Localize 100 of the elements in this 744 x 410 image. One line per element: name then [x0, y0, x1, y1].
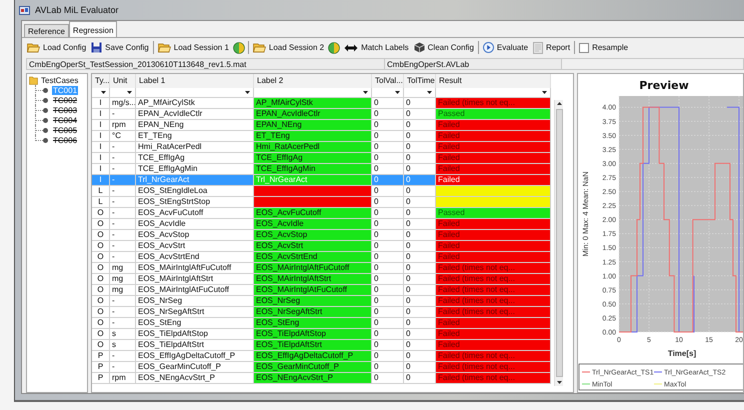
tree-item[interactable]: TC003 [52, 106, 78, 114]
table-cell: Failed [436, 131, 551, 142]
table-cell: EOS_MAirIntglAftStrt [254, 274, 372, 285]
table-cell: 0 [404, 197, 436, 208]
table-cell: 0 [372, 296, 404, 307]
table-cell: I [92, 175, 110, 186]
table-cell: Hmi_RatAcerPedl [136, 142, 254, 153]
table-cell: 0 [372, 197, 404, 208]
table-cell: 0 [372, 208, 404, 219]
table-cell: 0 [372, 285, 404, 296]
table-cell: O [92, 263, 110, 274]
tree-item[interactable]: TestCases [40, 76, 80, 84]
config-file-field: CmbEngOperSt.AVLab [385, 58, 562, 70]
table-cell: EOS_TiElpdAftStop [254, 329, 372, 340]
table-cell: TCE_EffIgAg [254, 153, 372, 164]
table-cell: EOS_AcvIdle [254, 219, 372, 230]
tree-item[interactable]: TC004 [52, 116, 78, 124]
table-cell: - [110, 142, 136, 153]
table-cell: 0 [372, 362, 404, 373]
table-cell: EOS_NEngAcvStrt_P [136, 373, 254, 384]
table-cell: I [92, 98, 110, 109]
table-cell: Failed [436, 142, 551, 153]
table-cell: O [92, 252, 110, 263]
table-cell: 0 [404, 175, 436, 186]
tree-item[interactable]: TC006 [52, 136, 78, 144]
table-cell: O [92, 296, 110, 307]
table-cell: Failed (times not eq... [436, 98, 551, 109]
table-cell: 0 [404, 164, 436, 175]
table-cell: EOS_StEngStrtStop [136, 197, 254, 208]
table-cell: EOS_MAirIntglAftStrt [136, 274, 254, 285]
table-cell: O [92, 241, 110, 252]
table-cell: - [110, 307, 136, 318]
toolbar-button[interactable]: Save Config [90, 40, 150, 55]
table-cell: I [92, 120, 110, 131]
table-cell: EOS_MAirIntglAtFuCutoff [136, 285, 254, 296]
table-cell: EPAN_NEng [136, 120, 254, 131]
tree-item[interactable]: TC002 [52, 96, 78, 104]
table-cell: 0 [404, 252, 436, 263]
toolbar-button[interactable]: Match Labels [343, 40, 410, 55]
table-cell: EOS_AcvStop [136, 230, 254, 241]
tree-item[interactable]: TC005 [52, 126, 78, 134]
table-cell: - [110, 219, 136, 230]
table-cell: I [92, 153, 110, 164]
table-cell: EOS_EffIgAgDeltaCutoff_P [254, 351, 372, 362]
table-cell: s [110, 340, 136, 351]
table-cell: I [92, 142, 110, 153]
table-cell: Failed [436, 175, 551, 186]
table-cell: 0 [372, 131, 404, 142]
table-cell: O [92, 329, 110, 340]
table-cell: L [92, 186, 110, 197]
table-cell: EOS_MAirIntglAftFuCutoff [254, 263, 372, 274]
table-cell: 0 [372, 373, 404, 384]
table-cell: rpm [110, 120, 136, 131]
table-cell: 0 [404, 340, 436, 351]
table-cell: - [110, 153, 136, 164]
table-cell: 0 [404, 120, 436, 131]
chart-title: Preview [639, 79, 689, 92]
table-cell: 0 [404, 241, 436, 252]
table-cell: s [110, 329, 136, 340]
table-cell: 0 [404, 186, 436, 197]
table-cell: 0 [404, 373, 436, 384]
table-cell: - [110, 230, 136, 241]
toolbar-button[interactable]: Report [532, 40, 572, 55]
table-cell: - [110, 318, 136, 329]
tab[interactable]: Regression [68, 21, 118, 37]
table-cell: 0 [404, 109, 436, 120]
table-cell: P [92, 373, 110, 384]
table-cell: AP_MfAirCylStk [254, 98, 372, 109]
toolbar-button[interactable]: Load Session 2 [252, 40, 326, 55]
table-cell: 0 [404, 230, 436, 241]
resample-checkbox[interactable]: Resample [578, 40, 630, 55]
table-cell: EOS_AcvStrtEnd [254, 252, 372, 263]
table-cell: 0 [372, 274, 404, 285]
toolbar-button[interactable]: Load Config [26, 40, 88, 55]
table-cell: °C [110, 131, 136, 142]
table-cell: 0 [372, 120, 404, 131]
table-cell: Passed [436, 208, 551, 219]
table-cell: - [110, 208, 136, 219]
window-title: AVLab MiL Evaluator [35, 5, 119, 15]
table-cell: - [110, 175, 136, 186]
table-cell: Hmi_RatAcerPedl [254, 142, 372, 153]
table-cell: EOS_TiElpdAftStrt [136, 340, 254, 351]
table-cell: EOS_NEngAcvStrt_P [254, 373, 372, 384]
x-axis-label: Time[s] [668, 349, 696, 358]
table-cell: 0 [372, 153, 404, 164]
toolbar-button[interactable]: Load Session 1 [156, 40, 230, 55]
table-cell: - [110, 296, 136, 307]
toolbar-button[interactable]: Evaluate [482, 40, 530, 55]
table-cell: 0 [404, 142, 436, 153]
table-cell: EOS_TiElpdAftStop [136, 329, 254, 340]
table-cell: EOS_EffIgAgDeltaCutoff_P [136, 351, 254, 362]
table-cell: O [92, 340, 110, 351]
table-cell: Failed (times not eq... [436, 351, 551, 362]
toolbar-button[interactable]: Clean Config [412, 40, 475, 55]
table-cell: EOS_AcvStrtEnd [136, 252, 254, 263]
table-cell: TCE_EffIgAgMin [136, 164, 254, 175]
table-cell: Failed (times not eq... [436, 263, 551, 274]
table-cell: - [110, 197, 136, 208]
tab[interactable]: Reference [24, 24, 69, 37]
table-cell: O [92, 318, 110, 329]
